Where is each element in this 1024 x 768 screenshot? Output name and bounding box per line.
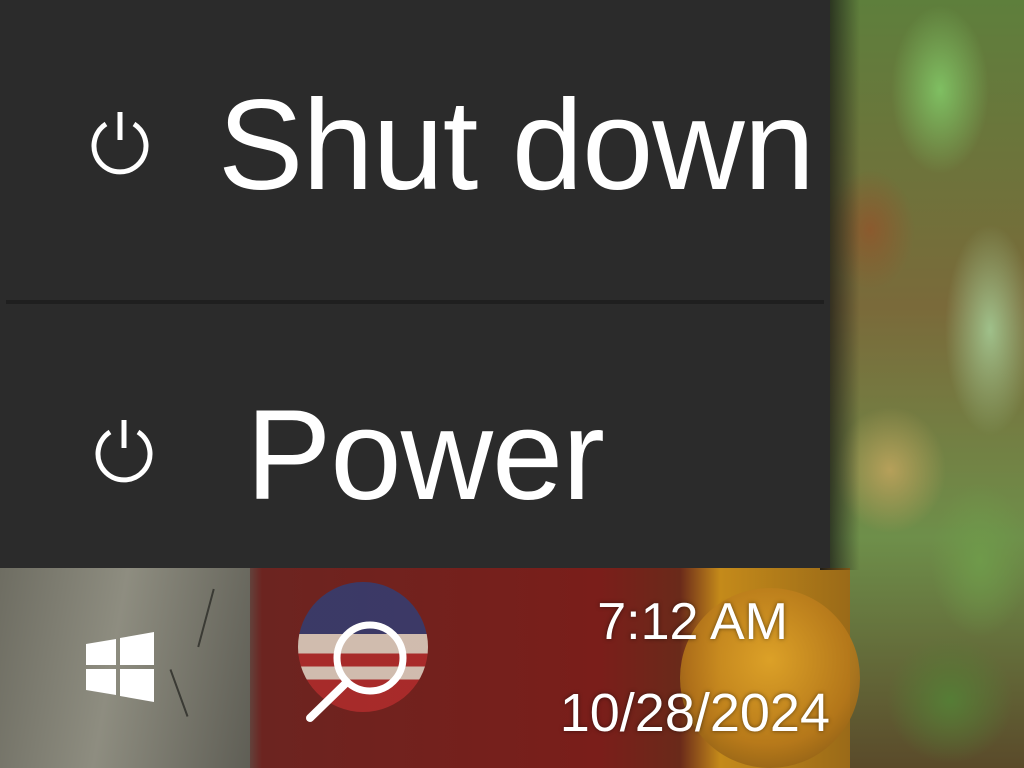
power-icon: [91, 112, 149, 175]
shut-down-menu-item[interactable]: Shut down: [6, 0, 824, 304]
clock-time: 7:12 AM: [597, 593, 788, 651]
start-button[interactable]: [70, 618, 170, 718]
search-icon: [306, 621, 407, 722]
windows-logo-icon: [86, 632, 154, 702]
clock-date: 10/28/2024: [559, 683, 830, 743]
taskbar-clock[interactable]: 7:12 AM 10/28/2024: [520, 590, 840, 760]
search-button[interactable]: [294, 610, 424, 730]
power-icon: [95, 420, 153, 483]
screen: Shut down Power 7:12 AM 10/28/2024: [0, 0, 1024, 768]
power-menu-item[interactable]: Power: [0, 308, 830, 568]
shut-down-label: Shut down: [218, 74, 815, 217]
power-menu: Shut down Power: [0, 0, 830, 568]
power-label: Power: [246, 384, 605, 527]
